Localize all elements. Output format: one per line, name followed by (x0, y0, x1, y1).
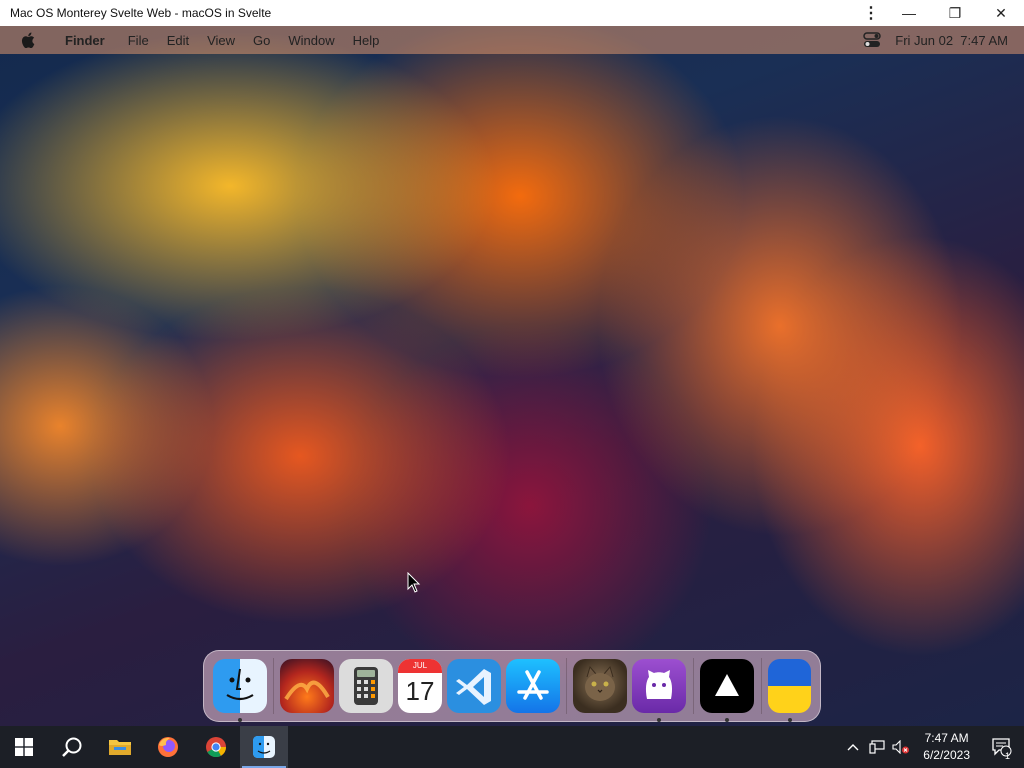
menu-finder[interactable]: Finder (56, 33, 119, 48)
menu-view[interactable]: View (198, 33, 244, 48)
ventura-icon (284, 680, 331, 701)
running-indicator (725, 718, 730, 722)
menu-go[interactable]: Go (244, 33, 279, 48)
cat-icon (585, 665, 616, 701)
chevron-up-icon (847, 744, 859, 751)
minimize-button[interactable]: — (886, 0, 932, 26)
network-icon (869, 740, 885, 754)
dock-separator (273, 658, 274, 714)
dock-finder[interactable] (212, 659, 267, 722)
chrome-icon (206, 737, 227, 758)
volume-button[interactable] (889, 740, 913, 754)
running-indicator (787, 718, 792, 722)
mac-menu-bar: Finder File Edit View Go Window Help Fri… (0, 26, 1024, 54)
dock-separator (566, 658, 567, 714)
apple-menu[interactable] (0, 32, 56, 48)
apple-icon (21, 32, 35, 48)
menu-edit[interactable]: Edit (158, 33, 198, 48)
calendar-icon-month: JUL (398, 659, 442, 673)
finder-icon (225, 668, 254, 701)
dock-vercel[interactable] (700, 659, 755, 722)
vercel-icon (715, 674, 740, 696)
menu-bar-date[interactable]: Fri Jun 02 7:47 AM (895, 33, 1008, 48)
window-title: Mac OS Monterey Svelte Web - macOS in Sv… (10, 6, 272, 20)
notification-center-button[interactable]: 1 (980, 737, 1024, 761)
finder-icon (253, 736, 275, 758)
menu-bar-status: Fri Jun 02 7:47 AM (863, 32, 1024, 48)
restore-button[interactable]: ❐ (932, 0, 978, 26)
search-icon (62, 737, 82, 757)
search-button[interactable] (48, 726, 96, 768)
dock: JUL 17 (203, 650, 821, 722)
calendar-icon-day: 17 (405, 676, 435, 706)
running-indicator (657, 718, 662, 722)
taskbar-firefox[interactable] (144, 726, 192, 768)
dock-github[interactable] (632, 659, 687, 722)
dock-app-store[interactable] (505, 659, 560, 713)
dock-calendar[interactable]: JUL 17 (398, 659, 442, 713)
show-hidden-icons-button[interactable] (841, 743, 865, 751)
dock-separator (760, 658, 762, 714)
taskbar-date: 6/2/2023 (923, 748, 970, 762)
taskbar-finder-app[interactable] (240, 726, 288, 768)
start-button[interactable] (0, 726, 48, 768)
taskbar-time: 7:47 AM (924, 731, 969, 745)
windows-taskbar: 7:47 AM 6/2/2023 1 (0, 726, 1024, 768)
dock-cat-photo[interactable] (573, 659, 628, 713)
taskbar-clock[interactable]: 7:47 AM 6/2/2023 (913, 730, 980, 764)
menu-bar-date-text: Fri Jun 02 (895, 32, 954, 48)
running-indicator (237, 718, 242, 722)
mouse-cursor-icon (407, 572, 421, 593)
app-store-icon (516, 670, 549, 700)
control-center-icon[interactable] (863, 32, 881, 48)
system-tray: 7:47 AM 6/2/2023 1 (841, 726, 1024, 768)
close-button[interactable]: ✕ (978, 0, 1024, 26)
menu-window[interactable]: Window (279, 33, 343, 48)
folder-icon (109, 740, 131, 755)
dock-vscode[interactable] (446, 659, 501, 713)
windows-logo-icon (15, 738, 33, 756)
notification-count: 1 (1005, 751, 1011, 761)
dock-ventura[interactable] (280, 659, 335, 713)
desktop[interactable]: Finder File Edit View Go Window Help Fri… (0, 26, 1024, 726)
menu-help[interactable]: Help (344, 33, 389, 48)
dock-calculator[interactable] (339, 659, 394, 713)
more-options-icon[interactable]: ⋮ (856, 0, 886, 26)
dock-ukraine[interactable] (768, 659, 812, 722)
volume-muted-icon (892, 740, 910, 754)
vscode-icon (455, 669, 491, 705)
window-title-bar: Mac OS Monterey Svelte Web - macOS in Sv… (0, 0, 1024, 26)
menu-file[interactable]: File (119, 33, 158, 48)
github-icon (646, 670, 673, 699)
calculator-icon (354, 667, 379, 705)
menu-bar-time-text: 7:47 AM (960, 32, 1008, 48)
taskbar-file-explorer[interactable] (96, 726, 144, 768)
firefox-icon (158, 737, 178, 757)
dock-separator (692, 658, 694, 714)
network-button[interactable] (865, 740, 889, 754)
taskbar-chrome[interactable] (192, 726, 240, 768)
